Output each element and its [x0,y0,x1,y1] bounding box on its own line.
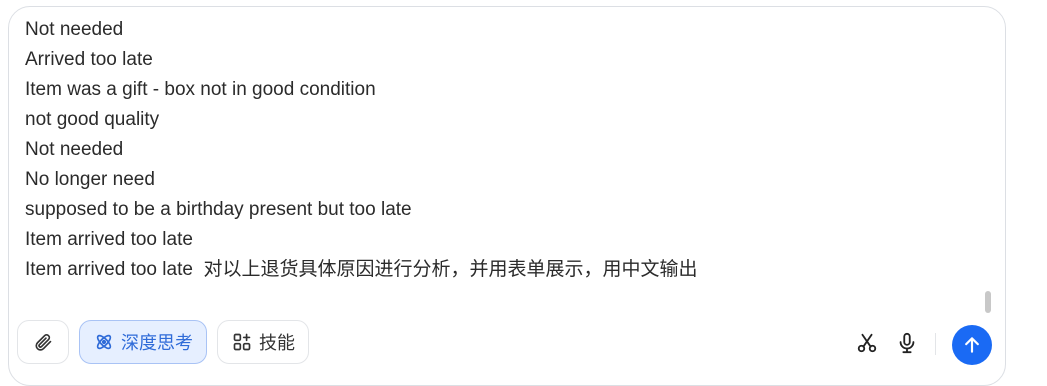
chat-input-box[interactable]: Not needed Arrived too late Item was a g… [8,6,1006,386]
message-line: Not needed [25,139,124,160]
skills-label: 技能 [259,333,295,353]
attach-button[interactable] [17,320,69,364]
scissors-icon [856,332,878,354]
deep-think-label: 深度思考 [121,333,193,353]
apps-grid-icon [231,331,253,353]
atom-icon [93,331,115,353]
message-line: not good quality [25,109,160,130]
send-button[interactable] [952,325,992,365]
skills-button[interactable]: 技能 [217,320,309,364]
paperclip-icon [32,331,54,353]
message-line: No longer need [25,169,155,190]
message-line: Arrived too late [25,49,153,70]
deep-think-toggle[interactable]: 深度思考 [79,320,207,364]
message-line: Item arrived too late [25,229,193,250]
voice-input-button[interactable] [891,327,923,359]
message-line: Item was a gift - box not in good condit… [25,79,376,100]
scrollbar-thumb[interactable] [985,291,991,313]
message-line: Item arrived too late 对以上退货具体原因进行分析，并用表单… [25,259,698,280]
message-textarea[interactable]: Not needed Arrived too late Item was a g… [25,15,985,305]
message-line: supposed to be a birthday present but to… [25,199,412,220]
cut-button[interactable] [851,327,883,359]
toolbar-divider [935,333,936,355]
message-line: Not needed [25,19,124,40]
microphone-icon [896,332,918,354]
arrow-up-icon [961,334,983,356]
